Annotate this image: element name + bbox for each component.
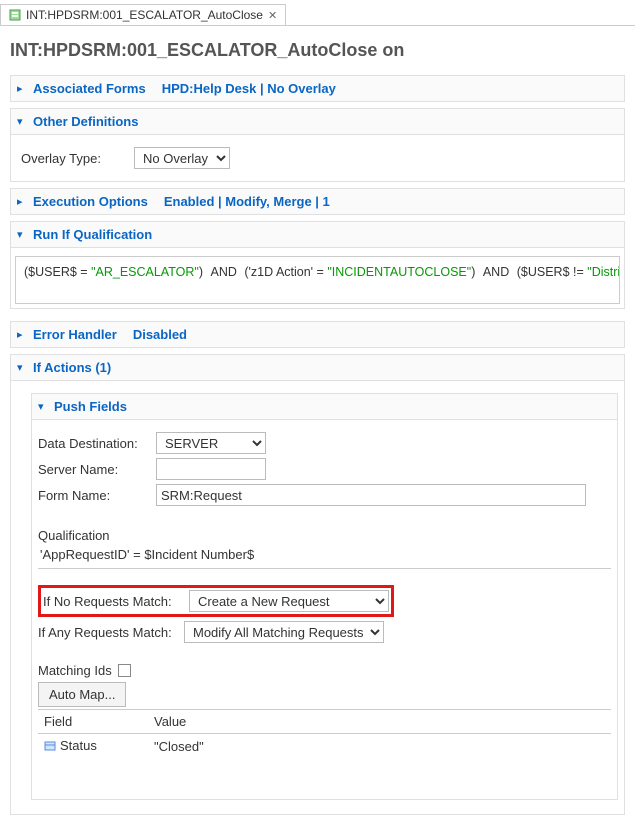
page-title: INT:HPDSRM:001_ESCALATOR_AutoClose on <box>10 40 625 61</box>
matching-ids-checkbox[interactable] <box>118 664 131 677</box>
if-actions-body: Push Fields Data Destination: SERVER Ser… <box>10 381 625 815</box>
chevron-down-icon <box>38 400 48 413</box>
form-name-label: Form Name: <box>38 488 148 503</box>
tab-bar: INT:HPDSRM:001_ESCALATOR_AutoClose ✕ <box>0 0 635 26</box>
section-extra: Disabled <box>133 327 187 342</box>
form-icon <box>9 9 21 21</box>
col-field[interactable]: Field <box>38 710 148 734</box>
cell-value: "Closed" <box>148 734 611 759</box>
section-error-handler[interactable]: Error Handler Disabled <box>10 321 625 348</box>
overlay-type-label: Overlay Type: <box>21 151 126 166</box>
section-if-actions[interactable]: If Actions (1) <box>10 354 625 381</box>
other-definitions-body: Overlay Type: No Overlay <box>10 135 625 182</box>
chevron-right-icon <box>17 82 27 95</box>
section-label: Push Fields <box>54 399 127 414</box>
section-label: Associated Forms <box>33 81 146 96</box>
section-run-if[interactable]: Run If Qualification <box>10 221 625 248</box>
editor-tab[interactable]: INT:HPDSRM:001_ESCALATOR_AutoClose ✕ <box>0 4 286 25</box>
chevron-down-icon <box>17 115 27 128</box>
table-row[interactable]: Status "Closed" <box>38 734 611 759</box>
col-value[interactable]: Value <box>148 710 611 734</box>
chevron-down-icon <box>17 361 27 374</box>
server-name-label: Server Name: <box>38 462 148 477</box>
no-requests-match-highlight: If No Requests Match: Create a New Reque… <box>38 585 394 617</box>
section-label: Run If Qualification <box>33 227 152 242</box>
chevron-down-icon <box>17 228 27 241</box>
section-other-definitions[interactable]: Other Definitions <box>10 108 625 135</box>
section-extra: Enabled | Modify, Merge | 1 <box>164 194 330 209</box>
section-execution-options[interactable]: Execution Options Enabled | Modify, Merg… <box>10 188 625 215</box>
section-extra: HPD:Help Desk | No Overlay <box>162 81 336 96</box>
field-mapping-table: Field Value Status <box>38 709 611 787</box>
run-if-expression[interactable]: ($USER$ = "AR_ESCALATOR") AND ('z1D Acti… <box>15 256 620 304</box>
data-destination-select[interactable]: SERVER <box>156 432 266 454</box>
qualification-label: Qualification <box>38 528 611 543</box>
tab-title: INT:HPDSRM:001_ESCALATOR_AutoClose <box>26 8 263 22</box>
no-requests-match-select[interactable]: Create a New Request <box>189 590 389 612</box>
chevron-right-icon <box>17 328 27 341</box>
form-area: INT:HPDSRM:001_ESCALATOR_AutoClose on As… <box>0 26 635 835</box>
close-icon[interactable]: ✕ <box>268 9 277 22</box>
matching-ids-label: Matching Ids <box>38 663 112 678</box>
data-destination-label: Data Destination: <box>38 436 148 451</box>
section-label: Other Definitions <box>33 114 138 129</box>
auto-map-button[interactable]: Auto Map... <box>38 682 126 707</box>
any-requests-match-select[interactable]: Modify All Matching Requests <box>184 621 384 643</box>
run-if-body: ($USER$ = "AR_ESCALATOR") AND ('z1D Acti… <box>10 248 625 309</box>
field-icon <box>44 740 56 752</box>
section-associated-forms[interactable]: Associated Forms HPD:Help Desk | No Over… <box>10 75 625 102</box>
no-requests-match-label: If No Requests Match: <box>43 594 183 609</box>
qualification-expression[interactable]: 'AppRequestID' = $Incident Number$ <box>38 543 611 569</box>
cell-field: Status <box>60 738 97 753</box>
section-label: Execution Options <box>33 194 148 209</box>
chevron-right-icon <box>17 195 27 208</box>
section-push-fields[interactable]: Push Fields <box>31 393 618 420</box>
server-name-input[interactable] <box>156 458 266 480</box>
section-label: If Actions (1) <box>33 360 111 375</box>
section-label: Error Handler <box>33 327 117 342</box>
any-requests-match-label: If Any Requests Match: <box>38 625 178 640</box>
push-fields-body: Data Destination: SERVER Server Name: Fo… <box>31 420 618 800</box>
form-name-input[interactable] <box>156 484 586 506</box>
overlay-type-select[interactable]: No Overlay <box>134 147 230 169</box>
